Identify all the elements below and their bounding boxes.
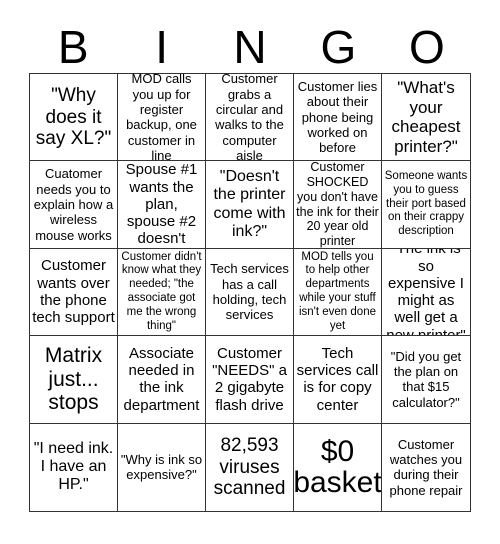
cell-text: "Why is ink so expensive?"	[120, 451, 203, 483]
bingo-cell[interactable]: Customer lies about their phone being wo…	[294, 74, 382, 162]
bingo-cell[interactable]: $0 basket	[294, 423, 382, 511]
header-letter-n: N	[233, 21, 267, 73]
bingo-cell[interactable]: "Why is ink so expensive?"	[118, 423, 206, 511]
bingo-grid: "Why does it say XL?" MOD calls you up f…	[29, 73, 471, 512]
header-letter-o: O	[408, 21, 445, 73]
bingo-cell[interactable]: "Did you get the plan on that $15 calcul…	[382, 336, 470, 424]
header-letter-b: B	[57, 21, 89, 73]
cell-text: Associate needed in the ink department	[123, 344, 200, 414]
cell-text: Customer grabs a circular and walks to t…	[215, 74, 284, 162]
header-letter-i: I	[155, 21, 168, 73]
bingo-cell[interactable]: "Why does it say XL?"	[30, 74, 118, 162]
cell-text: MOD calls you up for register backup, on…	[126, 74, 197, 162]
bingo-cell[interactable]: Spouse #1 wants the plan, spouse #2 does…	[118, 161, 206, 249]
cell-text: Customer lies about their phone being wo…	[297, 78, 378, 156]
cell-text: Customer didn't know what they needed; "…	[121, 250, 202, 332]
bingo-cell[interactable]: Tech services has a call holding, tech s…	[206, 248, 294, 337]
bingo-cell[interactable]: "I need ink. I have an HP."	[30, 423, 118, 511]
bingo-cell[interactable]: Customer watches you during their phone …	[382, 424, 470, 511]
cell-text: "The ink is so expensive I might as well…	[386, 249, 466, 337]
cell-text: Customer watches you during their phone …	[389, 436, 463, 498]
bingo-cell[interactable]: "What's your cheapest printer?"	[382, 74, 470, 162]
header-letter-g: G	[320, 21, 357, 73]
cell-text: Cuatomer needs you to explain how a wire…	[33, 166, 114, 243]
cell-text: $0 basket	[294, 434, 382, 500]
bingo-cell[interactable]: Tech services call is for copy center	[294, 336, 382, 424]
bingo-cell[interactable]: "The ink is so expensive I might as well…	[382, 249, 470, 337]
bingo-cell[interactable]: Customer didn't know what they needed; "…	[118, 248, 206, 337]
cell-text: "Did you get the plan on that $15 calcul…	[390, 348, 462, 410]
cell-text: "What's your cheapest printer?"	[391, 78, 461, 156]
cell-text: "Why does it say XL?"	[35, 85, 112, 149]
bingo-header: B I N G O	[29, 22, 471, 72]
bingo-cell[interactable]: 82,593 viruses scanned	[206, 423, 294, 511]
cell-text: 82,593 viruses scanned	[213, 435, 286, 499]
bingo-cell[interactable]: Customer wants over the phone tech suppo…	[30, 248, 118, 337]
cell-text: "Doesn't the printer come with ink?"	[213, 167, 286, 240]
bingo-cell[interactable]: Customer grabs a circular and walks to t…	[206, 74, 294, 162]
cell-text: MOD tells you to help other departments …	[298, 250, 376, 332]
bingo-cell[interactable]: MOD calls you up for register backup, on…	[118, 74, 206, 162]
bingo-cell[interactable]: Matrix just... stops	[30, 336, 118, 424]
cell-text: Matrix just... stops	[44, 344, 103, 415]
bingo-cell[interactable]: Cuatomer needs you to explain how a wire…	[30, 161, 118, 249]
cell-text: Spouse #1 wants the plan, spouse #2 does…	[125, 161, 198, 248]
bingo-cell[interactable]: "Doesn't the printer come with ink?"	[206, 161, 294, 249]
cell-text: "I need ink. I have an HP."	[33, 439, 114, 494]
cell-text: Customer wants over the phone tech suppo…	[32, 257, 115, 327]
cell-text: Customer SHOCKED you don't have the ink …	[296, 161, 379, 249]
bingo-cell[interactable]: Customer SHOCKED you don't have the ink …	[294, 161, 382, 249]
cell-text: Customer "NEEDS" a 2 gigabyte flash driv…	[212, 344, 287, 414]
cell-text: Someone wants you to guess their port ba…	[384, 170, 468, 238]
cell-text: Tech services has a call holding, tech s…	[210, 261, 289, 323]
bingo-cell[interactable]: MOD tells you to help other departments …	[294, 248, 382, 337]
bingo-cell[interactable]: Customer "NEEDS" a 2 gigabyte flash driv…	[206, 336, 294, 424]
bingo-cell[interactable]: Associate needed in the ink department	[118, 336, 206, 424]
cell-text: Tech services call is for copy center	[296, 344, 379, 414]
bingo-cell[interactable]: Someone wants you to guess their port ba…	[382, 161, 470, 249]
